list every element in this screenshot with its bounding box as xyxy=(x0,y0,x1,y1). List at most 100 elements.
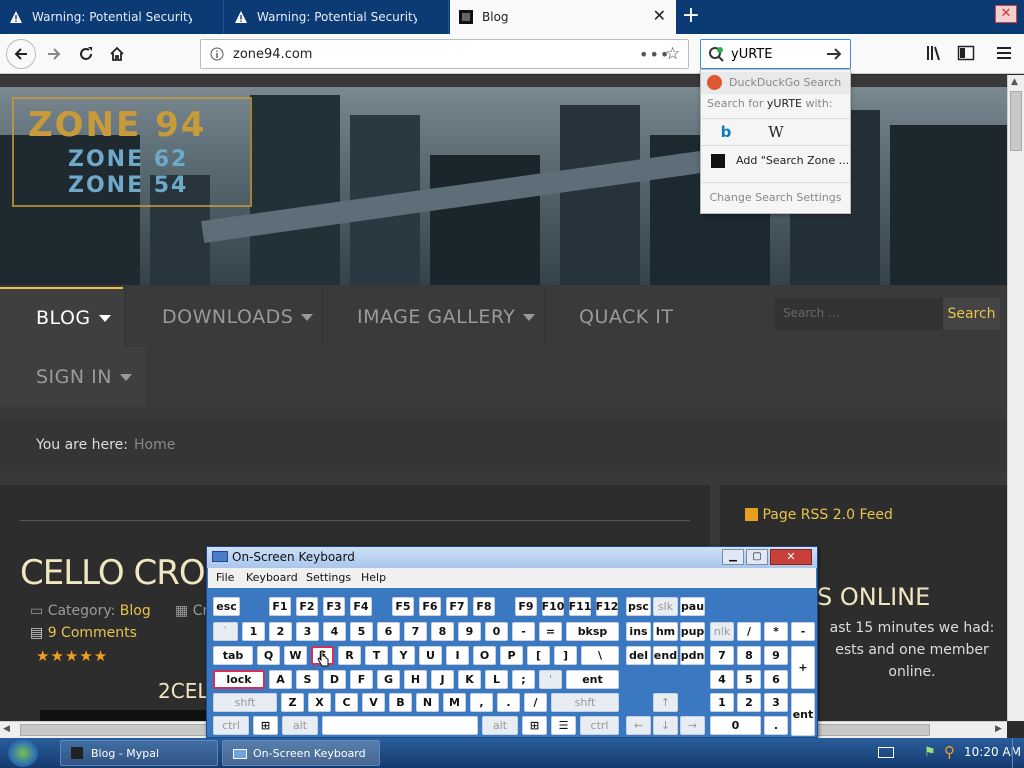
key-h[interactable]: H xyxy=(404,670,427,689)
key-symbol[interactable]: . xyxy=(764,716,788,735)
key-o[interactable]: O xyxy=(473,646,496,665)
taskbar-item-browser[interactable]: Blog - Mypal xyxy=(60,740,218,766)
key-pdn[interactable]: pdn xyxy=(680,646,705,665)
key-symbol[interactable]: ↓ xyxy=(653,716,678,735)
key-6[interactable]: 6 xyxy=(764,670,788,689)
search-engine-icon[interactable] xyxy=(708,46,724,65)
key-r[interactable]: R xyxy=(338,646,361,665)
tab-security-warning-2[interactable]: Warning: Potential Security Risk Ah xyxy=(225,0,449,34)
key-f7[interactable]: F7 xyxy=(446,597,468,616)
search-go-icon[interactable] xyxy=(825,45,843,66)
forward-button[interactable] xyxy=(40,40,68,68)
key-3[interactable]: 3 xyxy=(296,622,319,641)
key-g[interactable]: G xyxy=(377,670,400,689)
key-a[interactable]: A xyxy=(269,670,292,689)
key-7[interactable]: 7 xyxy=(710,646,734,665)
key-del[interactable]: del xyxy=(626,646,651,665)
key-u[interactable]: U xyxy=(419,646,442,665)
osk-close-button[interactable]: ✕ xyxy=(770,549,812,565)
key-symbol[interactable]: \ xyxy=(581,646,619,665)
key-esc[interactable]: esc xyxy=(213,597,240,616)
key-alt[interactable]: alt xyxy=(482,716,518,735)
key-l[interactable]: L xyxy=(485,670,508,689)
key-symbol[interactable]: → xyxy=(680,716,705,735)
key-4[interactable]: 4 xyxy=(323,622,346,641)
key-space[interactable] xyxy=(322,716,478,735)
site-logo-main[interactable]: ZONE 94 xyxy=(28,105,206,145)
key-symbol[interactable]: , xyxy=(470,693,493,712)
key-f1[interactable]: F1 xyxy=(269,597,291,616)
tab-blog[interactable]: Blog ✕ xyxy=(450,0,676,34)
close-tab-icon[interactable]: ✕ xyxy=(653,8,666,24)
reload-button[interactable] xyxy=(72,40,100,68)
key-ctrl[interactable]: ctrl xyxy=(580,716,619,735)
key-x[interactable]: X xyxy=(308,693,331,712)
menu-item-downloads[interactable]: DOWNLOADS xyxy=(125,287,320,347)
menu-item-sign-in[interactable]: SIGN IN xyxy=(0,347,146,407)
minimize-button[interactable]: ▁ xyxy=(722,549,744,565)
menu-item-quack-it[interactable]: QUACK IT xyxy=(544,287,694,347)
home-button[interactable] xyxy=(103,40,131,68)
key-c[interactable]: C xyxy=(335,693,358,712)
key-f3[interactable]: F3 xyxy=(323,597,345,616)
key-j[interactable]: J xyxy=(431,670,454,689)
key-lock[interactable]: lock xyxy=(213,670,265,689)
key-f4[interactable]: F4 xyxy=(350,597,372,616)
comments-link[interactable]: ▤ 9 Comments xyxy=(30,625,137,641)
key-f8[interactable]: F8 xyxy=(473,597,495,616)
key-w[interactable]: W xyxy=(284,646,307,665)
scroll-right-icon[interactable]: ▶ xyxy=(995,724,1002,734)
key-ins[interactable]: ins xyxy=(626,622,651,641)
key-symbol[interactable]: ; xyxy=(512,670,535,689)
key-symbol[interactable]: ☰ xyxy=(551,716,576,735)
osk-menu-help[interactable]: Help xyxy=(361,571,386,584)
site-search-input[interactable]: Search ... xyxy=(775,298,943,330)
key-f10[interactable]: F10 xyxy=(542,597,564,616)
search-tray-icon[interactable]: ⚲ xyxy=(944,743,955,761)
key-k[interactable]: K xyxy=(458,670,481,689)
key-f5[interactable]: F5 xyxy=(392,597,414,616)
start-button[interactable] xyxy=(8,739,38,767)
key-0[interactable]: 0 xyxy=(710,716,761,735)
key-4[interactable]: 4 xyxy=(710,670,734,689)
scroll-up-icon[interactable]: ▲ xyxy=(1011,77,1018,87)
menu-item-image-gallery[interactable]: IMAGE GALLERY xyxy=(322,287,542,347)
key-pau[interactable]: pau xyxy=(680,597,705,616)
osk-menu-settings[interactable]: Settings xyxy=(306,571,351,584)
key-9[interactable]: 9 xyxy=(764,646,788,665)
tray-keyboard-icon[interactable] xyxy=(878,747,894,758)
key-symbol[interactable]: * xyxy=(764,622,788,641)
key-symbol[interactable]: - xyxy=(791,622,815,641)
key-9[interactable]: 9 xyxy=(458,622,481,641)
bing-engine-button[interactable]: b xyxy=(711,123,741,143)
wikipedia-engine-button[interactable]: W xyxy=(761,123,791,143)
scroll-left-icon[interactable]: ◀ xyxy=(3,724,10,734)
key-symbol[interactable]: - xyxy=(512,622,535,641)
taskbar-item-osk[interactable]: On-Screen Keyboard xyxy=(222,740,380,766)
key-d[interactable]: D xyxy=(323,670,346,689)
key-b[interactable]: B xyxy=(389,693,412,712)
key-shft[interactable]: shft xyxy=(213,693,277,712)
key-v[interactable]: V xyxy=(362,693,385,712)
key-symbol[interactable]: ` xyxy=(213,622,238,641)
key-hm[interactable]: hm xyxy=(653,622,678,641)
window-close-button[interactable]: ✕ xyxy=(995,5,1017,23)
key-psc[interactable]: psc xyxy=(626,597,651,616)
default-engine-row[interactable]: DuckDuckGo Search xyxy=(701,72,850,94)
key-8[interactable]: 8 xyxy=(431,622,454,641)
key-m[interactable]: M xyxy=(443,693,466,712)
key-2[interactable]: 2 xyxy=(269,622,292,641)
show-desktop-button[interactable] xyxy=(1012,738,1024,768)
network-icon[interactable]: ⚑ xyxy=(924,745,936,760)
key-ctrl[interactable]: ctrl xyxy=(213,716,249,735)
search-bar[interactable]: yURTE xyxy=(700,39,851,69)
key-8[interactable]: 8 xyxy=(737,646,761,665)
key-symbol[interactable]: ↑ xyxy=(653,693,678,712)
menu-item-blog[interactable]: BLOG xyxy=(0,287,123,347)
site-search-button[interactable]: Search xyxy=(943,298,1000,330)
key-p[interactable]: P xyxy=(500,646,523,665)
key-7[interactable]: 7 xyxy=(404,622,427,641)
key-shft[interactable]: shft xyxy=(551,693,619,712)
new-tab-button[interactable]: + xyxy=(678,4,704,30)
osk-menu-keyboard[interactable]: Keyboard xyxy=(246,571,298,584)
